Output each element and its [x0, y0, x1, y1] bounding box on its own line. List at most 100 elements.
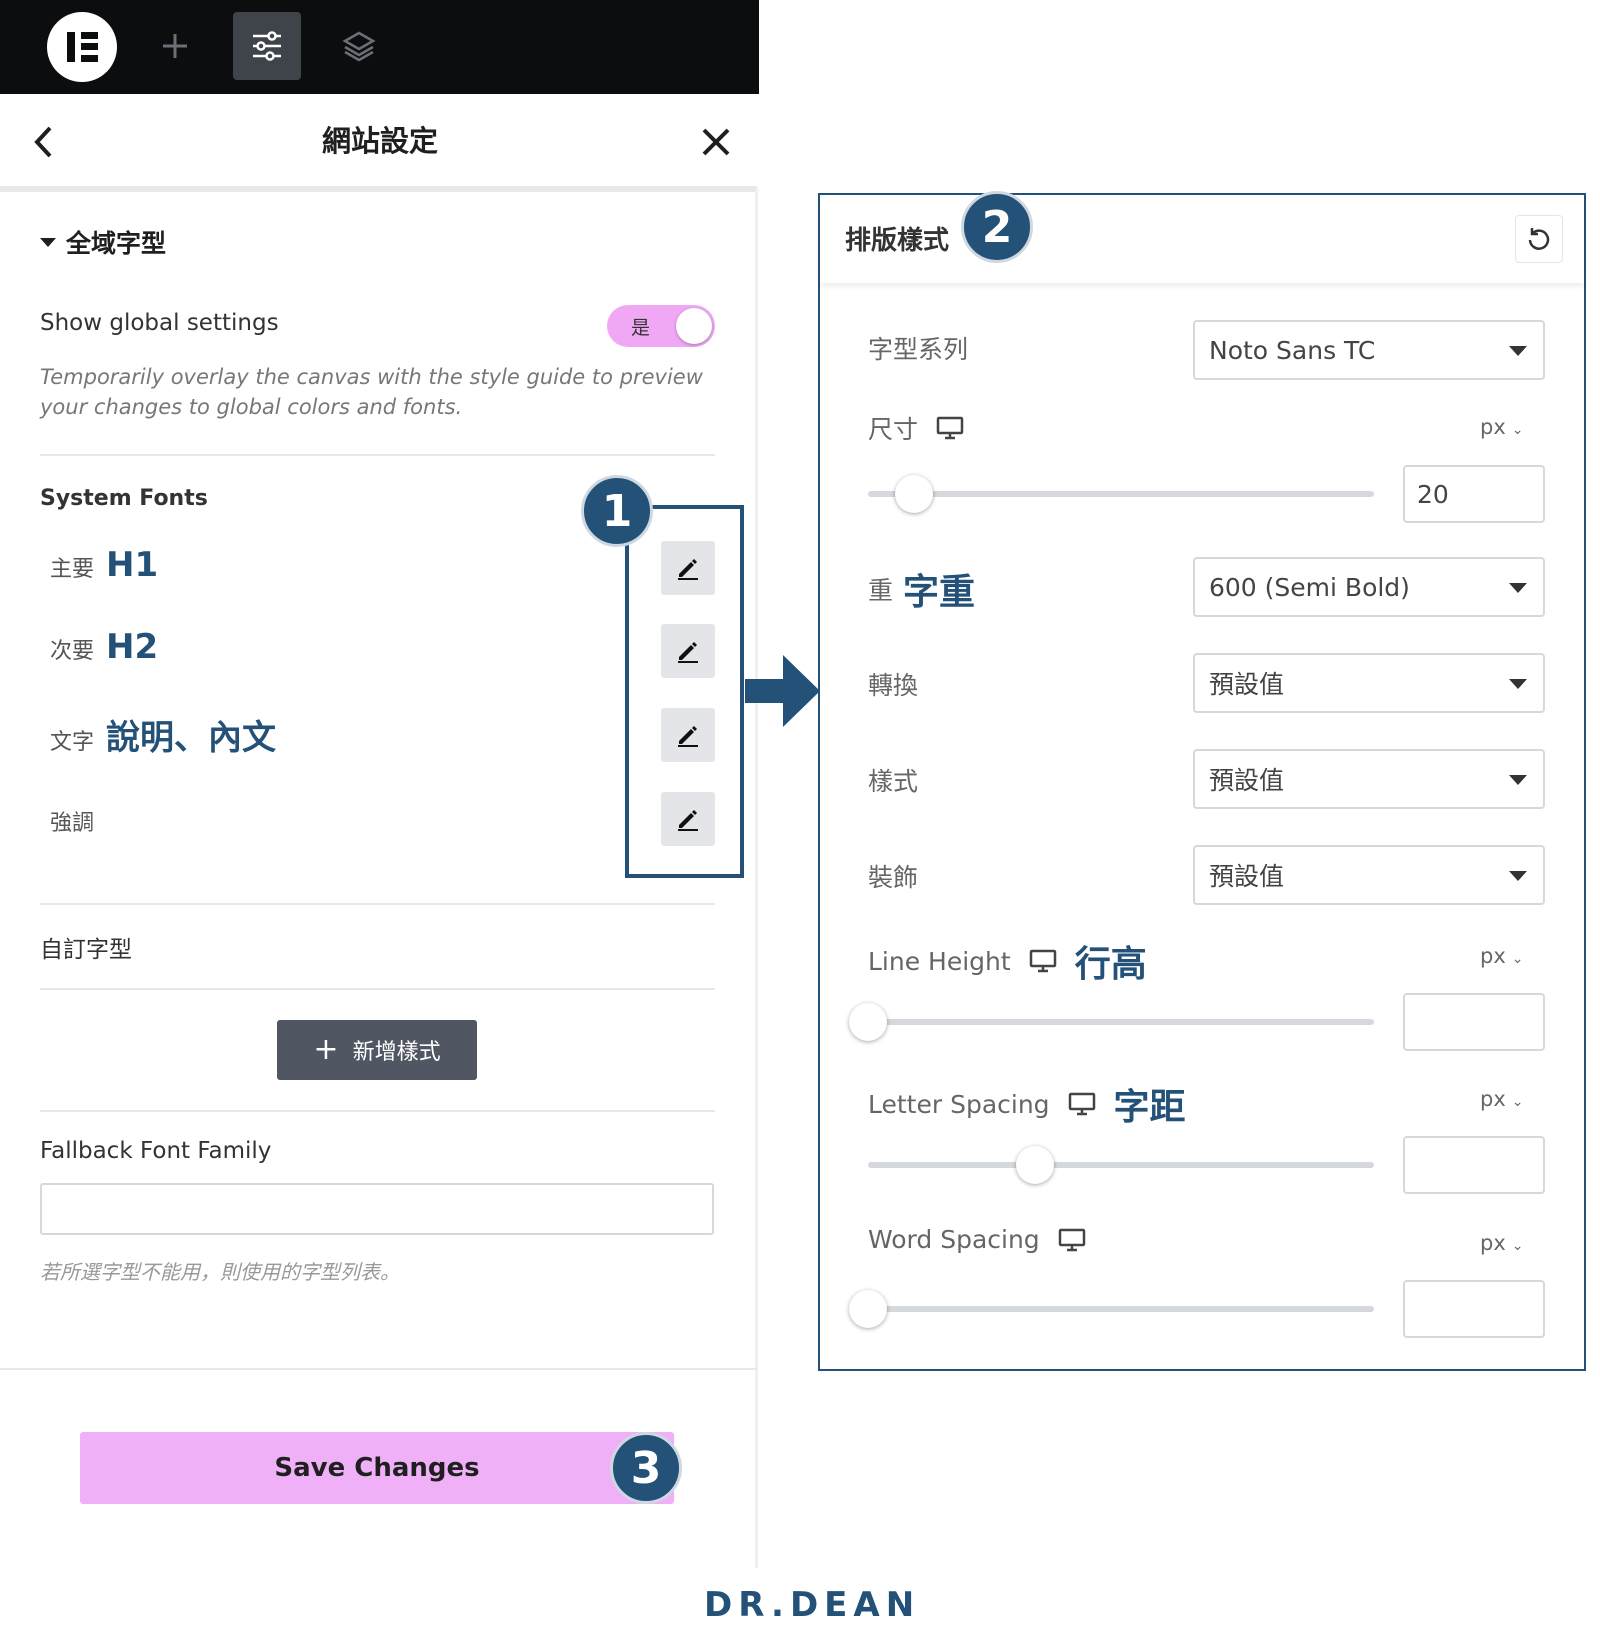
step-badge-3: 3 — [610, 1432, 682, 1504]
section-title-text: 全域字型 — [66, 229, 167, 258]
layers-icon[interactable] — [325, 12, 393, 80]
text-transform-select[interactable]: 預設值 — [1193, 653, 1545, 713]
size-unit-select[interactable]: px ⌄ — [1480, 415, 1524, 439]
chevron-down-icon: ⌄ — [1511, 1094, 1524, 1110]
site-settings-icon[interactable] — [233, 12, 301, 80]
back-icon[interactable] — [28, 122, 58, 162]
divider — [40, 988, 715, 990]
save-changes-button[interactable]: Save Changes — [80, 1432, 674, 1504]
step-badge-1: 1 — [581, 475, 653, 547]
step-badge-2: 2 — [961, 191, 1033, 263]
add-element-icon[interactable] — [141, 12, 209, 80]
letter-spacing-slider-handle[interactable] — [1015, 1146, 1054, 1184]
toggle-knob — [676, 308, 712, 344]
close-icon[interactable] — [696, 122, 736, 162]
pencil-icon — [678, 559, 698, 580]
font-annotation: H1 — [106, 545, 159, 585]
letter-spacing-slider-track[interactable] — [868, 1162, 1374, 1168]
edit-primary-font-button[interactable] — [661, 541, 715, 595]
font-role-label: 文字 — [50, 730, 95, 755]
size-slider-handle[interactable] — [894, 475, 933, 513]
caret-down-icon — [1509, 679, 1527, 689]
word-spacing-label: Word Spacing — [868, 1225, 1040, 1254]
size-unit: px — [1480, 415, 1506, 439]
letter-spacing-label: Letter Spacing — [868, 1089, 1050, 1119]
show-global-settings-toggle[interactable]: 是 — [607, 305, 715, 347]
desktop-icon — [1029, 949, 1056, 973]
line-height-slider-handle[interactable] — [849, 1003, 887, 1041]
line-height-slider-track[interactable] — [868, 1019, 1374, 1025]
edit-accent-font-button[interactable] — [661, 792, 715, 846]
header-divider — [0, 186, 757, 192]
weight-annotation: 字重 — [903, 572, 976, 613]
font-style-value: 預設值 — [1209, 766, 1285, 795]
font-role-label: 主要 — [50, 557, 95, 582]
chevron-down-icon: ⌄ — [1511, 951, 1524, 967]
pencil-icon — [678, 810, 698, 831]
font-annotation: 說明、內文 — [106, 718, 277, 758]
line-height-annotation: 行高 — [1074, 944, 1147, 985]
style-label: 樣式 — [868, 767, 919, 796]
fallback-font-label: Fallback Font Family — [40, 1138, 272, 1164]
caret-down-icon — [1509, 871, 1527, 881]
font-style-select[interactable]: 預設值 — [1193, 749, 1545, 809]
divider — [40, 1110, 715, 1112]
show-global-description: Temporarily overlay the canvas with the … — [40, 365, 703, 419]
decoration-label: 裝飾 — [868, 863, 919, 892]
desktop-icon — [1068, 1092, 1095, 1116]
text-decoration-value: 預設值 — [1209, 862, 1285, 891]
line-height-label: Line Height — [868, 946, 1011, 976]
footer-divider — [0, 1368, 757, 1370]
font-weight-select[interactable]: 600 (Semi Bold) — [1193, 557, 1545, 617]
letter-spacing-input[interactable] — [1403, 1136, 1545, 1194]
section-global-fonts[interactable]: 全域字型 — [40, 224, 166, 260]
divider — [40, 454, 715, 456]
divider — [40, 903, 715, 905]
weight-label: 重 — [868, 576, 894, 605]
size-input[interactable]: 20 — [1403, 465, 1545, 523]
font-annotation: H2 — [106, 627, 159, 667]
fallback-font-input[interactable] — [40, 1183, 714, 1235]
size-row-label: 尺寸 — [868, 410, 964, 446]
word-spacing-row-label: Word Spacing — [868, 1225, 1086, 1254]
edit-secondary-font-button[interactable] — [661, 624, 715, 678]
font-family-select[interactable]: Noto Sans TC — [1193, 320, 1545, 380]
panel-edge — [755, 188, 758, 1568]
line-height-row-label: Line Height 行高 — [868, 935, 1147, 987]
system-font-text: 文字 說明、內文 — [50, 710, 276, 759]
text-transform-value: 預設值 — [1209, 670, 1285, 699]
system-font-accent: 強調 — [50, 805, 106, 837]
plus-icon: + — [313, 1032, 339, 1067]
system-font-secondary: 次要 H2 — [50, 627, 158, 667]
font-role-label: 次要 — [50, 639, 95, 664]
system-fonts-heading: System Fonts — [40, 486, 208, 511]
word-spacing-slider-handle[interactable] — [849, 1290, 887, 1328]
letter-spacing-unit-select[interactable]: px ⌄ — [1480, 1087, 1524, 1111]
line-height-unit-select[interactable]: px ⌄ — [1480, 944, 1524, 968]
desktop-icon — [936, 416, 964, 440]
desktop-icon — [1058, 1228, 1085, 1251]
letter-spacing-annotation: 字距 — [1113, 1087, 1186, 1128]
word-spacing-unit-select[interactable]: px ⌄ — [1480, 1231, 1524, 1255]
add-style-button[interactable]: + 新增樣式 — [277, 1020, 477, 1080]
size-slider-track[interactable] — [868, 491, 1374, 497]
word-spacing-input[interactable] — [1403, 1280, 1545, 1338]
pencil-icon — [678, 642, 698, 663]
text-decoration-select[interactable]: 預設值 — [1193, 845, 1545, 905]
word-spacing-slider-track[interactable] — [868, 1306, 1374, 1312]
caret-down-icon — [1509, 775, 1527, 785]
elementor-logo-icon[interactable] — [47, 12, 117, 82]
letter-spacing-row-label: Letter Spacing 字距 — [868, 1078, 1186, 1130]
custom-fonts-heading: 自訂字型 — [40, 937, 132, 963]
brand-logo: DR.DEAN — [704, 1585, 921, 1625]
line-height-unit: px — [1480, 944, 1506, 968]
reset-icon[interactable] — [1515, 215, 1563, 263]
font-role-label: 強調 — [50, 811, 95, 836]
line-height-input[interactable] — [1403, 993, 1545, 1051]
letter-spacing-unit: px — [1480, 1087, 1506, 1111]
system-font-primary: 主要 H1 — [50, 545, 158, 585]
caret-down-icon — [40, 237, 56, 247]
panel-title: 網站設定 — [321, 124, 438, 158]
edit-text-font-button[interactable] — [661, 708, 715, 762]
caret-down-icon — [1509, 583, 1527, 593]
